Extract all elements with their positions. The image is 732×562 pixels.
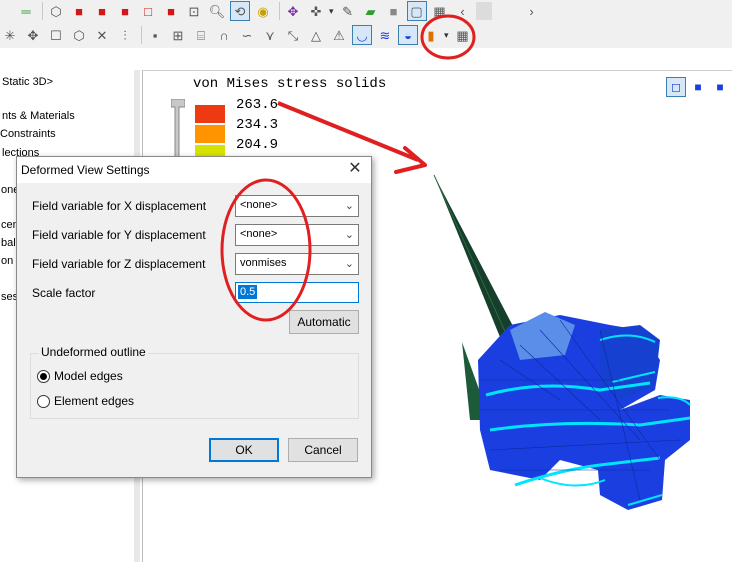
- model-edges-radio[interactable]: [37, 370, 50, 383]
- scale-factor-value: 0.5: [238, 285, 258, 299]
- x-displacement-label: Field variable for X displacement: [32, 199, 207, 213]
- group-title: Undeformed outline: [39, 345, 148, 359]
- element-edges-label[interactable]: Element edges: [54, 394, 134, 408]
- close-icon[interactable]: ✕: [345, 159, 365, 179]
- automatic-button[interactable]: Automatic: [289, 310, 359, 334]
- chevron-down-icon: ⌄: [344, 229, 354, 241]
- dialog-title: Deformed View Settings: [21, 163, 150, 177]
- app-window: ═ ⬡ ■ ■ ■ □ ■ ⊡ 🔍︎ ⟲ ◉ ✥ ✜ ▾ ✎ ▰ ■ ▢ ▦ ‹…: [0, 0, 732, 562]
- scale-factor-input[interactable]: 0.5: [235, 282, 359, 303]
- stress-spike: [434, 175, 515, 342]
- chevron-down-icon: ⌄: [344, 200, 354, 212]
- y-displacement-label: Field variable for Y displacement: [32, 228, 206, 242]
- element-edges-radio[interactable]: [37, 395, 50, 408]
- x-displacement-value: <none>: [240, 199, 278, 211]
- model-edges-label[interactable]: Model edges: [54, 369, 123, 383]
- x-displacement-select[interactable]: <none> ⌄: [235, 195, 359, 217]
- chevron-down-icon: ⌄: [344, 258, 354, 270]
- cancel-button[interactable]: Cancel: [288, 438, 358, 462]
- y-displacement-select[interactable]: <none> ⌄: [235, 224, 359, 246]
- z-displacement-label: Field variable for Z displacement: [32, 257, 206, 271]
- deformed-view-dialog: Deformed View Settings ✕ Field variable …: [16, 156, 372, 478]
- z-displacement-value: vonmises: [240, 257, 287, 269]
- undeformed-outline-group: Undeformed outline Model edges Element e…: [30, 345, 359, 419]
- scale-factor-label: Scale factor: [32, 286, 96, 300]
- y-displacement-value: <none>: [240, 228, 278, 240]
- z-displacement-select[interactable]: vonmises ⌄: [235, 253, 359, 275]
- dialog-titlebar[interactable]: Deformed View Settings ✕: [17, 157, 371, 183]
- ok-button[interactable]: OK: [209, 438, 279, 462]
